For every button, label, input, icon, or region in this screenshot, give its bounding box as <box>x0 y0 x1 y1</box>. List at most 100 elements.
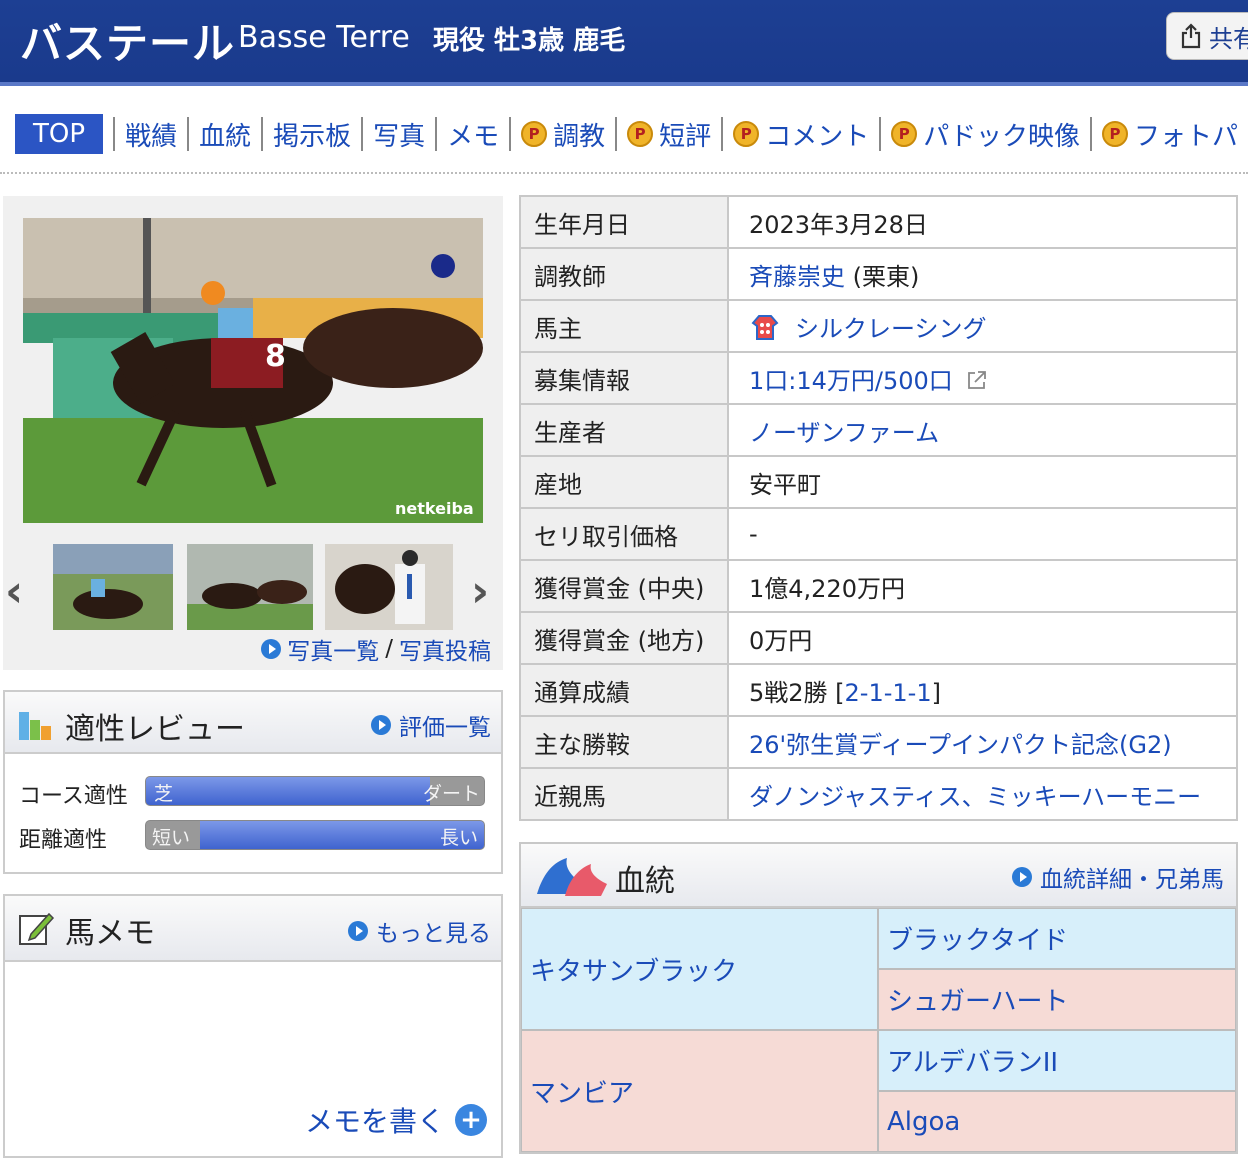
external-link-icon[interactable] <box>966 369 988 391</box>
row-key: 生年月日 <box>519 195 729 249</box>
nav-tab-comment[interactable]: P コメント <box>721 117 879 152</box>
owner-silks-icon <box>751 314 779 340</box>
auction-price-value: - <box>727 507 1238 561</box>
pedigree-header: 血統 血統詳細・兄弟馬 <box>521 844 1236 908</box>
table-row: 馬主 シルクレーシング <box>519 299 1238 353</box>
row-key: 主な勝鞍 <box>519 715 729 769</box>
table-row: 生産者 ノーザンファーム <box>519 403 1238 457</box>
table-row: 獲得賞金 (地方) 0万円 <box>519 611 1238 665</box>
photo-links: 写真一覧 / 写真投稿 <box>261 632 491 666</box>
course-left-label: 芝 <box>154 783 174 805</box>
relatives-links[interactable]: ダノンジャスティス、ミッキーハーモニー <box>749 783 1201 811</box>
nav-tab-comment-label: コメント <box>765 121 870 152</box>
share-button[interactable]: 共有 <box>1166 12 1248 60</box>
nav-tab-training[interactable]: P 調教 <box>509 117 615 152</box>
row-key: 獲得賞金 (地方) <box>519 611 729 665</box>
nav-tab-memo[interactable]: メモ <box>435 117 509 152</box>
prev-arrow-icon[interactable]: ‹ <box>5 566 23 617</box>
pedigree-detail-link[interactable]: 血統詳細・兄弟馬 <box>1012 860 1224 894</box>
nav-tab-board[interactable]: 掲示板 <box>261 117 361 152</box>
dam-dam-cell[interactable]: Algoa <box>878 1091 1236 1152</box>
nav-tab-top[interactable]: TOP <box>15 114 104 154</box>
horse-name-ja: バステール <box>20 19 236 68</box>
nav-tab-pedigree[interactable]: 血統 <box>187 117 261 152</box>
offering-link[interactable]: 1口:14万円/500口 <box>749 367 953 395</box>
thumbnail-2[interactable] <box>187 544 313 630</box>
row-key: 馬主 <box>519 299 729 353</box>
plus-icon: + <box>455 1104 487 1136</box>
distance-left-label: 短い <box>152 827 191 849</box>
aptitude-review-link-label: 評価一覧 <box>399 715 491 741</box>
svg-text:8: 8 <box>265 339 286 374</box>
career-record-link[interactable]: 2-1-1-1 <box>845 679 932 707</box>
career-record-prefix: 5戦2勝 [ <box>749 678 845 707</box>
link-arrow-icon <box>1012 867 1032 887</box>
write-memo-button[interactable]: メモを書く + <box>305 1100 487 1140</box>
table-row: 募集情報 1口:14万円/500口 <box>519 351 1238 405</box>
premium-badge-icon: P <box>733 121 760 147</box>
relatives-cell: ダノンジャスティス、ミッキーハーモニー <box>727 767 1238 821</box>
nav-tab-paddock[interactable]: P パドック映像 <box>879 117 1090 152</box>
distance-aptitude-label: 距離適性 <box>19 828 108 853</box>
dam-name: マンビア <box>530 1078 635 1109</box>
table-row: セリ取引価格 - <box>519 507 1238 561</box>
sire-dam-cell[interactable]: シュガーハート <box>878 969 1236 1030</box>
aptitude-review-header: 適性レビュー 評価一覧 <box>5 692 501 754</box>
horse-name-en: Basse Terre <box>238 20 410 55</box>
row-key: 募集情報 <box>519 351 729 405</box>
write-memo-label: メモを書く <box>304 1105 445 1138</box>
photo-gallery: 8 netkeiba ‹ › 写真一覧 / 写真投稿 <box>3 196 503 670</box>
photo-post-link[interactable]: 写真投稿 <box>399 632 491 666</box>
dam-cell[interactable]: マンビア <box>521 1030 878 1152</box>
breeder-link[interactable]: ノーザンファーム <box>749 419 939 447</box>
sire-sire-cell[interactable]: ブラックタイド <box>878 908 1236 969</box>
nav-tab-results[interactable]: 戦績 <box>113 117 187 152</box>
row-key: 調教師 <box>519 247 729 301</box>
birthplace-value: 安平町 <box>727 455 1238 509</box>
dam-sire-cell[interactable]: アルデバランII <box>878 1030 1236 1091</box>
row-key: セリ取引価格 <box>519 507 729 561</box>
table-row: 通算成績 5戦2勝 [2-1-1-1] <box>519 663 1238 717</box>
sire-name: キタサンブラック <box>530 956 738 987</box>
photo-links-separator: / <box>385 636 393 662</box>
distance-aptitude-bar: 短い 長い <box>145 820 485 850</box>
row-key: 獲得賞金 (中央) <box>519 559 729 613</box>
memo-more-link[interactable]: もっと見る <box>348 914 491 948</box>
sire-cell[interactable]: キタサンブラック <box>521 908 878 1030</box>
pedigree-grid: キタサンブラック ブラックタイド シュガーハート マンビア アルデバランII A… <box>521 908 1236 1152</box>
main-win-link[interactable]: 26'弥生賞ディープインパクト記念(G2) <box>749 731 1172 759</box>
table-row: 獲得賞金 (中央) 1億4,220万円 <box>519 559 1238 613</box>
nav-tab-review[interactable]: P 短評 <box>615 117 721 152</box>
pedigree-title: 血統 <box>615 864 675 899</box>
share-icon <box>1181 23 1201 49</box>
row-key: 生産者 <box>519 403 729 457</box>
next-arrow-icon[interactable]: › <box>471 566 489 617</box>
nav-tab-photopa[interactable]: P フォトパ <box>1089 117 1248 152</box>
row-key: 近親馬 <box>519 767 729 821</box>
row-key: 通算成績 <box>519 663 729 717</box>
earnings-central-value: 1億4,220万円 <box>727 559 1238 613</box>
owner-link[interactable]: シルクレーシング <box>795 315 987 343</box>
share-label: 共有 <box>1209 24 1248 53</box>
nav-divider <box>0 172 1248 174</box>
offering-cell: 1口:14万円/500口 <box>727 351 1238 405</box>
aptitude-review-link[interactable]: 評価一覧 <box>371 708 491 742</box>
main-photo[interactable]: 8 netkeiba <box>23 218 483 523</box>
nav-tab-photo[interactable]: 写真 <box>361 117 435 152</box>
table-row: 主な勝鞍 26'弥生賞ディープインパクト記念(G2) <box>519 715 1238 769</box>
link-arrow-icon <box>261 639 282 659</box>
sire-sire-name: ブラックタイド <box>887 926 1068 956</box>
photo-watermark: netkeiba <box>395 499 474 518</box>
trainer-cell: 斉藤崇史 (栗東) <box>727 247 1238 301</box>
photo-list-link[interactable]: 写真一覧 <box>287 632 379 666</box>
career-record-suffix: ] <box>931 678 941 707</box>
row-key: 産地 <box>519 455 729 509</box>
breeder-cell: ノーザンファーム <box>727 403 1238 457</box>
thumbnail-1[interactable] <box>53 544 173 630</box>
dam-dam-name: Algoa <box>887 1106 961 1137</box>
trainer-link[interactable]: 斉藤崇史 <box>749 263 845 291</box>
thumbnail-3[interactable] <box>325 544 453 630</box>
horse-memo-panel: 馬メモ もっと見る メモを書く + <box>3 894 503 1158</box>
horse-memo-title: 馬メモ <box>65 916 155 951</box>
pedigree-panel: 血統 血統詳細・兄弟馬 キタサンブラック ブラックタイド シュガーハート マンビ… <box>519 842 1238 1154</box>
